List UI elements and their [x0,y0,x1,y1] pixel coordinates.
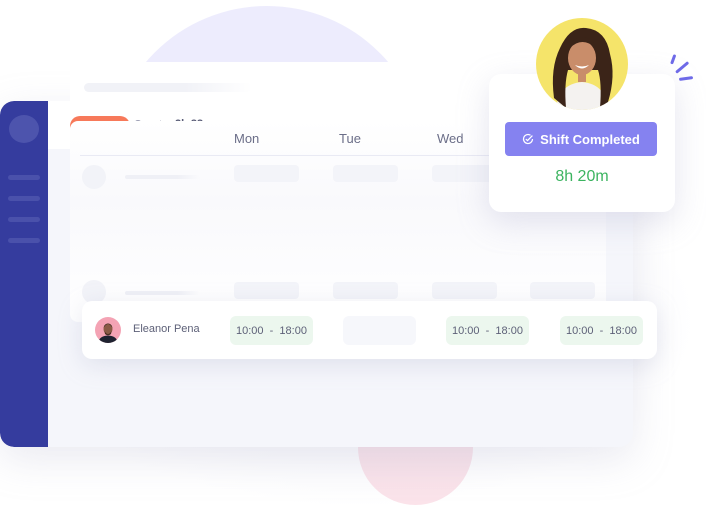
sparkle-line-2 [675,61,689,74]
sparkle-line-3 [678,76,694,81]
sidebar-item-2[interactable] [8,196,40,201]
sidebar-item-4[interactable] [8,238,40,243]
placeholder-name [125,175,200,179]
sidebar-avatar[interactable] [9,115,39,143]
day-header-wed: Wed [437,131,464,146]
profile-photo [536,10,628,110]
shift-cell-thu[interactable]: 10:00 - 18:00 [560,316,643,345]
employee-avatar [95,317,121,343]
profile-photo-background [536,18,628,110]
shift-duration: 8h 20m [555,168,609,185]
sparkle-line-1 [670,54,676,65]
sidebar-item-1[interactable] [8,175,40,180]
placeholder-name [125,291,200,295]
day-header-mon: Mon [234,131,260,146]
woman-portrait-icon [552,27,613,110]
placeholder-cell [432,282,497,299]
employee-row[interactable]: Eleanor Pena 10:00 - 18:00 10:00 - 18:00… [82,301,657,359]
shift-cell-wed[interactable]: 10:00 - 18:00 [446,316,529,345]
shift-cell-tue[interactable] [343,316,416,345]
person-photo-icon [98,323,118,343]
placeholder-cell [333,282,398,299]
placeholder-avatar [82,165,106,189]
placeholder-cell [432,165,497,182]
placeholder-cell [234,282,299,299]
day-header-tue: Tue [339,131,361,146]
shift-cell-mon[interactable]: 10:00 - 18:00 [230,316,313,345]
placeholder-cell [234,165,299,182]
check-circle-icon [523,134,534,145]
placeholder-cell [333,165,398,182]
sidebar-item-3[interactable] [8,217,40,222]
shift-completed-label: Shift Completed [540,131,640,147]
placeholder-line [84,83,252,92]
sidebar [0,101,48,447]
employee-name: Eleanor Pena [133,323,200,335]
placeholder-cell [530,282,595,299]
shift-completed-button[interactable]: Shift Completed [505,122,657,156]
